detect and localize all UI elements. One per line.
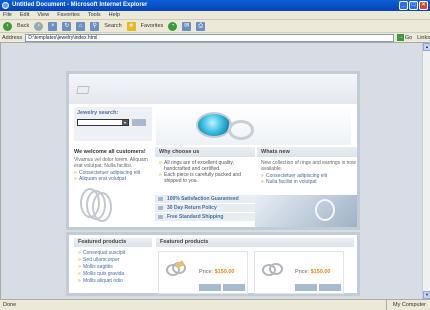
featured-list-item[interactable]: Sed ullamcorper xyxy=(78,257,152,264)
welcome-section: We welcome all customers! Vivamus vel do… xyxy=(74,149,154,182)
ie-logo-icon xyxy=(2,2,9,9)
security-zone: My Computer xyxy=(385,300,426,310)
price-value: $150.00 xyxy=(310,269,331,275)
address-input[interactable]: D:\templates\jewelry\index.html xyxy=(25,33,394,42)
whats-new-links: Consectetuer adipiscing elit Nulla facil… xyxy=(261,173,357,185)
minimize-button[interactable]: _ xyxy=(399,1,408,10)
home-icon[interactable]: ⌂ xyxy=(76,21,86,31)
whats-new-image xyxy=(255,195,357,227)
price-label: Price: xyxy=(199,269,214,275)
stop-icon[interactable]: × xyxy=(48,21,58,31)
buy-button[interactable] xyxy=(223,284,245,291)
scroll-down-icon[interactable]: ▼ xyxy=(423,291,430,299)
jewelry-search-button[interactable] xyxy=(132,119,146,126)
ring-stack-image xyxy=(76,186,116,226)
menu-bar: File Edit View Favorites Tools Help xyxy=(0,11,430,20)
product-card: Price: $150.00 xyxy=(254,251,344,294)
why-choose-column: Why choose us All rings are of excellent… xyxy=(155,147,255,184)
details-button[interactable] xyxy=(199,284,221,291)
refresh-icon[interactable]: ↻ xyxy=(62,21,72,31)
address-label: Address xyxy=(2,34,23,41)
product-card: Price: $150.00 xyxy=(158,251,248,294)
back-arrow-icon[interactable]: ‹ xyxy=(3,21,12,31)
menu-help[interactable]: Help xyxy=(109,11,120,19)
favorites-star-icon[interactable]: ★ xyxy=(126,21,136,31)
featured-list: Consequat suscipit Sed ullamcorper Molli… xyxy=(74,250,152,285)
menu-file[interactable]: File xyxy=(3,11,12,19)
featured-products-header: Featured products xyxy=(156,238,354,247)
buy-button[interactable] xyxy=(319,284,341,291)
vertical-scrollbar[interactable]: ▲ ▼ xyxy=(422,43,430,299)
whats-new-column: Whats new New collection of rings and ea… xyxy=(257,147,357,185)
details-button[interactable] xyxy=(295,284,317,291)
menu-edit[interactable]: Edit xyxy=(20,11,29,19)
welcome-link[interactable]: Aliquam erat volutpat xyxy=(74,176,154,182)
why-choose-list: All rings are of excellent quality, hand… xyxy=(155,160,255,184)
promo-list: 100% Satisfaction Guaranteed 30 Day Retu… xyxy=(155,195,255,222)
promo-return-policy[interactable]: 30 Day Return Policy xyxy=(155,204,255,212)
print-icon[interactable]: ⎙ xyxy=(196,21,206,31)
why-choose-header: Why choose us xyxy=(155,147,255,157)
why-choose-item: All rings are of excellent quality, hand… xyxy=(159,160,255,172)
why-choose-item: Each piece is carefully packed and shipp… xyxy=(159,172,255,184)
price-label: Price: xyxy=(295,269,310,275)
hero-banner xyxy=(156,106,351,145)
whats-new-text: New collection of rings and earrings is … xyxy=(261,160,356,172)
welcome-links: Consectetuer adipiscing elit Aliquam era… xyxy=(74,170,154,182)
search-icon[interactable]: ⚲ xyxy=(90,21,100,31)
window-title: Untitled Document - Microsoft Internet E… xyxy=(12,2,148,8)
status-bar: Done My Computer xyxy=(0,299,430,310)
maximize-button[interactable]: □ xyxy=(409,1,418,10)
links-button[interactable]: Links xyxy=(417,35,430,41)
status-text: Done xyxy=(3,302,17,308)
back-button[interactable]: Back xyxy=(17,23,29,29)
welcome-text: Vivamus vel dolor lorem. Aliquam erat vo… xyxy=(74,157,148,169)
go-label: Go xyxy=(404,34,413,41)
product-price: Price: $150.00 xyxy=(295,269,330,275)
search-button[interactable]: Search xyxy=(104,23,121,29)
featured-list-column: Featured products Consequat suscipit Sed… xyxy=(74,238,152,285)
content-panel-top: Jewelry search: ▾ We welcome all custome… xyxy=(66,71,360,230)
address-bar: Address D:\templates\jewelry\index.html … xyxy=(0,33,430,43)
promo-satisfaction[interactable]: 100% Satisfaction Guaranteed xyxy=(155,195,255,203)
product-image[interactable] xyxy=(164,260,188,280)
scroll-up-icon[interactable]: ▲ xyxy=(423,43,430,51)
forward-arrow-icon[interactable]: › xyxy=(34,21,44,31)
blue-gem-ring-image xyxy=(196,112,232,138)
window-titlebar: Untitled Document - Microsoft Internet E… xyxy=(0,0,430,11)
close-button[interactable]: × xyxy=(419,1,428,10)
history-icon[interactable]: ◔ xyxy=(168,21,178,31)
featured-list-item[interactable]: Mollis aliquet odio xyxy=(78,278,152,285)
jewelry-search-select[interactable]: ▾ xyxy=(77,119,129,126)
menu-view[interactable]: View xyxy=(37,11,49,19)
toolbar: ‹ Back › × ↻ ⌂ ⚲ Search ★ Favorites ◔ ✉ … xyxy=(0,20,430,33)
diamond-logo-icon[interactable] xyxy=(76,86,90,94)
featured-list-header: Featured products xyxy=(74,238,152,247)
go-button[interactable]: → Go xyxy=(396,34,413,41)
favorites-button[interactable]: Favorites xyxy=(141,23,164,29)
whats-new-header: Whats new xyxy=(257,147,357,157)
menu-tools[interactable]: Tools xyxy=(88,11,101,19)
product-image[interactable] xyxy=(260,260,284,280)
window-buttons: _ □ × xyxy=(399,1,428,10)
whats-new-link[interactable]: Nulla facilisi in volutpat xyxy=(261,179,357,185)
site-header xyxy=(69,74,357,104)
featured-list-item[interactable]: Mollis quis gravida xyxy=(78,271,152,278)
product-price: Price: $150.00 xyxy=(199,269,234,275)
featured-list-item[interactable]: Consequat suscipit xyxy=(78,250,152,257)
mail-icon[interactable]: ✉ xyxy=(182,21,192,31)
go-arrow-icon: → xyxy=(396,34,404,41)
featured-list-item[interactable]: Mollis sagittis xyxy=(78,264,152,271)
promo-free-shipping[interactable]: Free Standard Shipping xyxy=(155,213,255,221)
chevron-down-icon[interactable]: ▾ xyxy=(122,120,128,125)
jewelry-search-box: Jewelry search: ▾ xyxy=(74,107,152,141)
featured-products-column: Featured products Price: $150.00 Price: … xyxy=(156,238,354,294)
menu-favorites[interactable]: Favorites xyxy=(57,11,80,19)
welcome-title: We welcome all customers! xyxy=(74,149,146,155)
ring-image xyxy=(315,199,335,221)
jewelry-search-label: Jewelry search: xyxy=(77,110,119,116)
price-value: $150.00 xyxy=(214,269,235,275)
content-panel-bottom: Featured products Consequat suscipit Sed… xyxy=(66,232,360,296)
